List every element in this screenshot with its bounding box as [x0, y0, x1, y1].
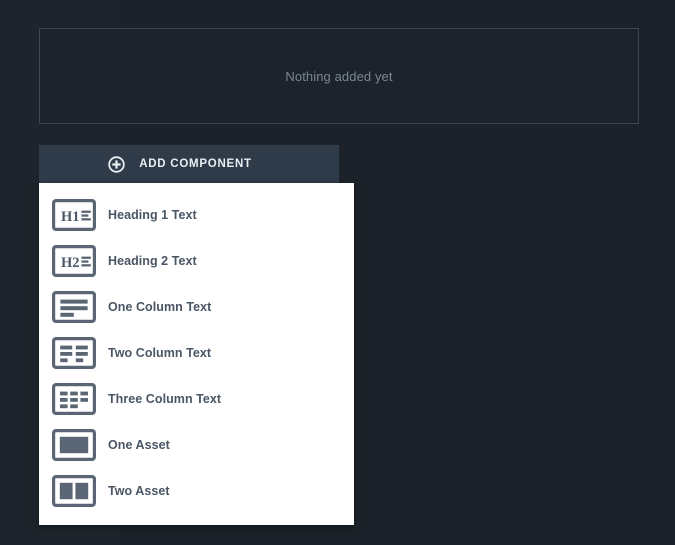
- menu-item-label: Two Column Text: [108, 346, 212, 360]
- add-component-button-content: ADD COMPONENT: [108, 155, 270, 173]
- menu-item-heading-1-text[interactable]: H1 Heading 1 Text: [39, 192, 354, 238]
- menu-item-one-column-text[interactable]: One Column Text: [39, 284, 354, 330]
- menu-item-label: Heading 1 Text: [108, 208, 197, 222]
- one-asset-icon: [51, 428, 96, 461]
- menu-item-heading-2-text[interactable]: H2 Heading 2 Text: [39, 238, 354, 284]
- menu-item-two-column-text[interactable]: Two Column Text: [39, 330, 354, 376]
- svg-text:H1: H1: [61, 209, 80, 225]
- add-component-button[interactable]: ADD COMPONENT: [39, 145, 339, 183]
- menu-item-one-asset[interactable]: One Asset: [39, 422, 354, 468]
- menu-item-label: Three Column Text: [108, 392, 222, 406]
- two-asset-icon: [51, 474, 96, 507]
- svg-text:H2: H2: [61, 255, 80, 271]
- empty-drop-area[interactable]: Nothing added yet: [39, 28, 639, 124]
- component-type-menu[interactable]: H1 Heading 1 Text H2 Heading 2 Text One …: [39, 183, 354, 525]
- heading-2-text-icon: H2: [51, 244, 96, 277]
- two-column-text-icon: [51, 336, 96, 369]
- menu-item-label: Two Asset: [108, 484, 170, 498]
- menu-item-label: One Column Text: [108, 300, 212, 314]
- add-component-label: ADD COMPONENT: [139, 158, 252, 170]
- editor-canvas: Nothing added yet ADD COMPONENT H1 Headi…: [0, 0, 675, 545]
- empty-state-message: Nothing added yet: [285, 68, 393, 84]
- three-column-text-icon: [51, 382, 96, 415]
- menu-item-label: Heading 2 Text: [108, 254, 197, 268]
- one-column-text-icon: [51, 290, 96, 323]
- menu-item-label: One Asset: [108, 438, 170, 452]
- plus-circle-icon: [108, 155, 125, 173]
- menu-item-three-column-text[interactable]: Three Column Text: [39, 376, 354, 422]
- heading-1-text-icon: H1: [51, 198, 96, 231]
- menu-item-two-asset[interactable]: Two Asset: [39, 468, 354, 514]
